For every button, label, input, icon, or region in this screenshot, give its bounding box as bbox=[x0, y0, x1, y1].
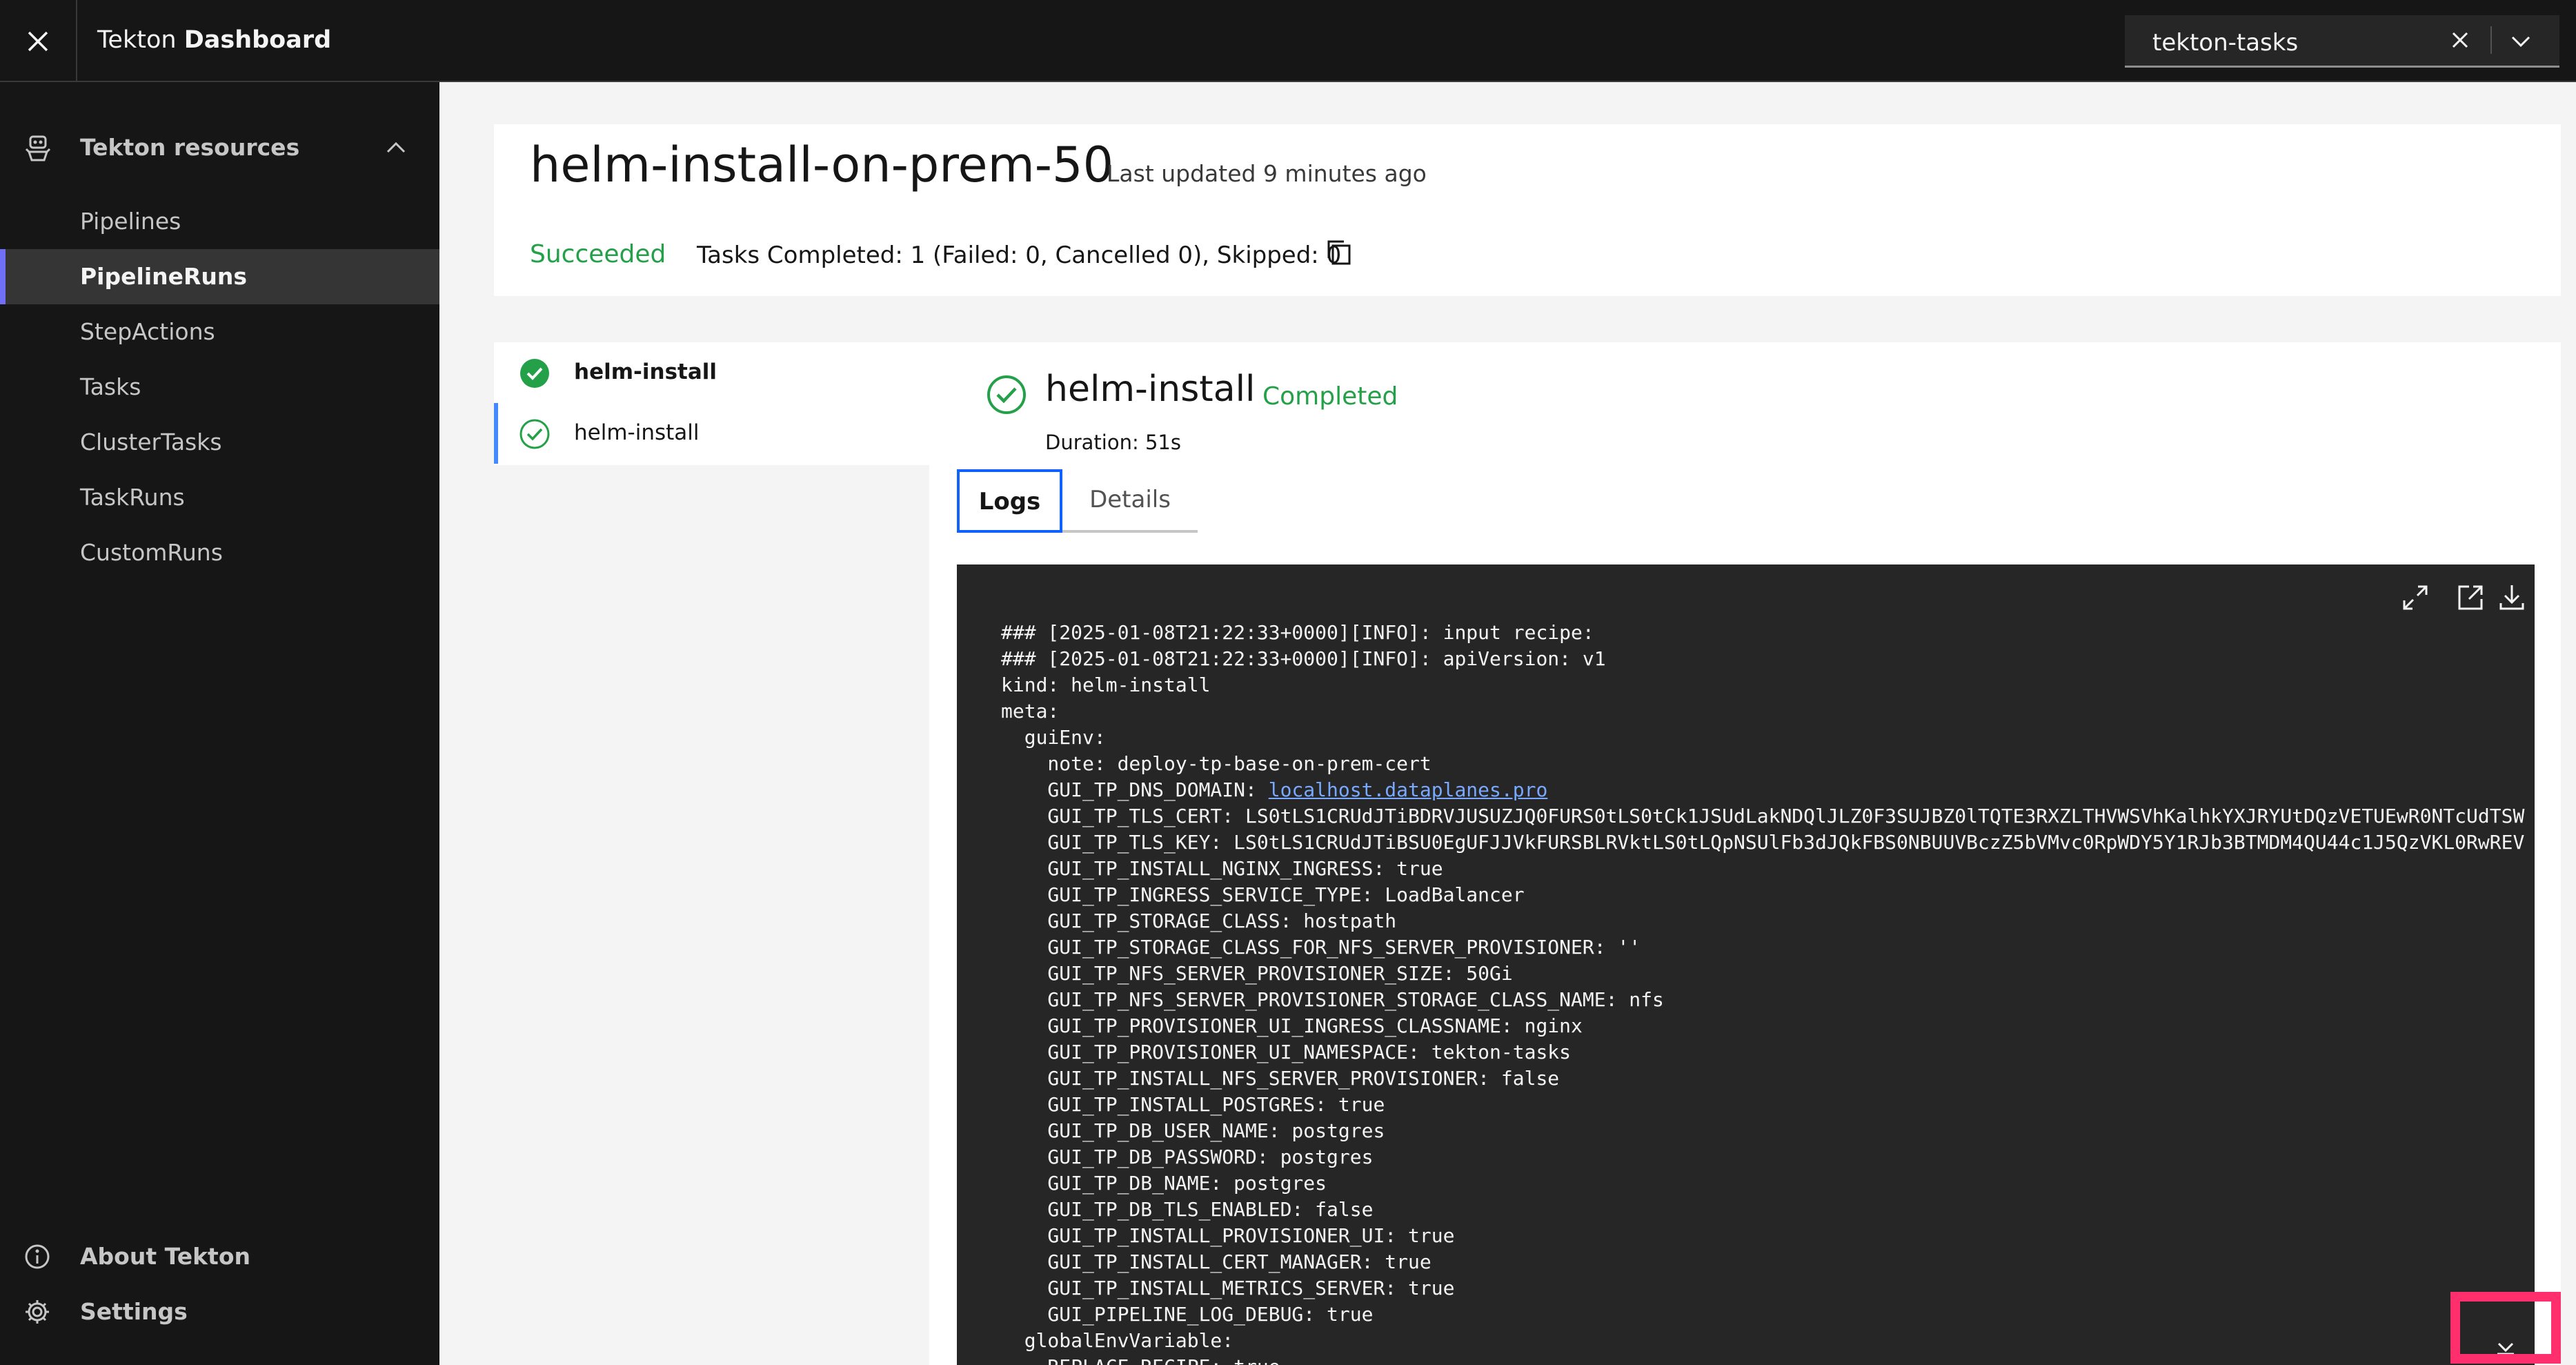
task-label: helm-install bbox=[574, 360, 717, 384]
log-line: GUI_TP_NFS_SERVER_PROVISIONER_STORAGE_CL… bbox=[1001, 988, 1664, 1011]
log-line: GUI_TP_STORAGE_CLASS_FOR_NFS_SERVER_PROV… bbox=[1001, 936, 1641, 959]
step-item-helm-install[interactable]: helm-install bbox=[494, 403, 929, 464]
tab-details[interactable]: Details bbox=[1062, 469, 1198, 533]
sidebar-item-stepactions[interactable]: StepActions bbox=[0, 304, 439, 360]
log-line-dns: GUI_TP_DNS_DOMAIN: localhost.dataplanes.… bbox=[957, 777, 2535, 803]
log-content: ### [2025-01-08T21:22:33+0000][INFO]: in… bbox=[957, 620, 2535, 1365]
log-line: globalEnvVariable: bbox=[1001, 1329, 1234, 1352]
log-line: GUI_TP_INSTALL_POSTGRES: true bbox=[1001, 1093, 1385, 1116]
side-nav: Tekton resources Pipelines PipelineRuns … bbox=[0, 82, 439, 1365]
log-line: GUI_TP_PROVISIONER_UI_NAMESPACE: tekton-… bbox=[1001, 1041, 1572, 1063]
step-label: helm-install bbox=[574, 420, 700, 445]
tab-logs[interactable]: Logs bbox=[957, 469, 1062, 533]
dropdown-divider bbox=[2490, 26, 2492, 54]
log-line: note: deploy-tp-base-on-prem-cert bbox=[1001, 752, 1431, 775]
log-line: GUI_TP_TLS_CERT: LS0tLS1CRUdJTiBDRVJUSUZ… bbox=[1001, 805, 2525, 827]
maximize-icon[interactable] bbox=[2395, 577, 2436, 618]
log-line: GUI_TP_INSTALL_METRICS_SERVER: true bbox=[1001, 1277, 1455, 1299]
gear-icon bbox=[26, 1300, 49, 1324]
tekton-resources-menu[interactable]: Tekton resources bbox=[0, 120, 439, 175]
log-viewer[interactable]: ### [2025-01-08T21:22:33+0000][INFO]: in… bbox=[957, 564, 2535, 1365]
sidebar-item-settings[interactable]: Settings bbox=[0, 1284, 439, 1339]
sidebar-item-clustertasks[interactable]: ClusterTasks bbox=[0, 415, 439, 470]
app-title-bold: Dashboard bbox=[184, 26, 332, 54]
tekton-resources-label: Tekton resources bbox=[80, 134, 300, 161]
download-icon[interactable] bbox=[2491, 577, 2533, 618]
namespace-value[interactable]: tekton-tasks bbox=[2152, 29, 2298, 57]
top-header: Tekton Dashboard tekton-tasks bbox=[0, 0, 2576, 82]
step-status-text: Completed bbox=[1262, 382, 1398, 411]
highlight-annotation bbox=[2450, 1292, 2561, 1364]
chevron-up-icon bbox=[386, 141, 406, 153]
task-item-helm-install[interactable]: helm-install bbox=[494, 342, 929, 403]
sidebar-item-pipelineruns[interactable]: PipelineRuns bbox=[0, 249, 439, 304]
log-line: GUI_TP_DB_NAME: postgres bbox=[1001, 1172, 1327, 1195]
run-status-text: Succeeded bbox=[530, 240, 666, 268]
tasks-summary-text: Tasks Completed: 1 (Failed: 0, Cancelled… bbox=[697, 242, 1342, 269]
log-line: GUI_TP_NFS_SERVER_PROVISIONER_SIZE: 50Gi bbox=[1001, 962, 1513, 985]
log-line: GUI_TP_PROVISIONER_UI_INGRESS_CLASSNAME:… bbox=[1001, 1014, 1583, 1037]
log-line: GUI_TP_STORAGE_CLASS: hostpath bbox=[1001, 910, 1397, 932]
copy-icon[interactable] bbox=[1325, 237, 1355, 268]
checkmark-filled-icon bbox=[520, 359, 549, 388]
clear-namespace-button[interactable] bbox=[2450, 23, 2470, 56]
log-line: GUI_TP_INSTALL_NGINX_INGRESS: true bbox=[1001, 857, 1443, 880]
tekton-robot-icon bbox=[25, 135, 51, 161]
log-line: meta: bbox=[1001, 700, 1060, 723]
close-menu-button[interactable] bbox=[0, 0, 77, 82]
log-line: GUI_TP_INSTALL_CERT_MANAGER: true bbox=[1001, 1250, 1431, 1273]
last-updated-text: Last updated 9 minutes ago bbox=[1107, 160, 1427, 187]
sidebar-item-pipelines[interactable]: Pipelines bbox=[0, 194, 439, 249]
step-details-panel: helm-install Completed Duration: 51s Log… bbox=[929, 342, 2561, 1365]
sidebar-item-customruns[interactable]: CustomRuns bbox=[0, 525, 439, 580]
app-title[interactable]: Tekton Dashboard bbox=[97, 26, 331, 54]
namespace-dropdown[interactable]: tekton-tasks bbox=[2125, 15, 2559, 68]
step-title: helm-install bbox=[1045, 369, 1256, 410]
step-duration-text: Duration: 51s bbox=[1045, 431, 1181, 454]
checkmark-outline-icon bbox=[519, 419, 550, 449]
task-tree: helm-install helm-install bbox=[494, 342, 929, 465]
checkmark-outline-icon bbox=[987, 375, 1026, 414]
sidebar-item-taskruns[interactable]: TaskRuns bbox=[0, 470, 439, 525]
dns-domain-link[interactable]: localhost.dataplanes.pro bbox=[1269, 778, 1548, 801]
log-line: kind: helm-install bbox=[1001, 674, 1211, 696]
log-line: GUI_TP_DB_TLS_ENABLED: false bbox=[1001, 1198, 1374, 1221]
log-line: GUI_TP_TLS_KEY: LS0tLS1CRUdJTiBSU0EgUFJJ… bbox=[1001, 831, 2525, 854]
log-line-text: GUI_TP_DNS_DOMAIN: bbox=[1001, 778, 1269, 801]
launch-icon[interactable] bbox=[2450, 577, 2491, 618]
pipelinerun-header: helm-install-on-prem-50 Last updated 9 m… bbox=[494, 124, 2561, 296]
page-title: helm-install-on-prem-50 bbox=[530, 137, 1114, 193]
log-line: ### [2025-01-08T21:22:33+0000][INFO]: ap… bbox=[1001, 647, 1606, 670]
log-line: guiEnv: bbox=[1001, 726, 1106, 749]
settings-label: Settings bbox=[80, 1298, 188, 1325]
log-line: GUI_TP_INGRESS_SERVICE_TYPE: LoadBalance… bbox=[1001, 883, 1525, 906]
log-line: GUI_TP_DB_PASSWORD: postgres bbox=[1001, 1146, 1374, 1168]
sidebar-item-tasks[interactable]: Tasks bbox=[0, 360, 439, 415]
close-icon bbox=[2452, 32, 2468, 48]
log-line: GUI_PIPELINE_LOG_DEBUG: true bbox=[1001, 1303, 1374, 1326]
chevron-down-icon[interactable] bbox=[2507, 28, 2535, 55]
log-line: GUI_TP_DB_USER_NAME: postgres bbox=[1001, 1119, 1385, 1142]
log-line: GUI_TP_INSTALL_PROVISIONER_UI: true bbox=[1001, 1224, 1455, 1247]
sidebar-item-about[interactable]: About Tekton bbox=[0, 1229, 439, 1284]
info-icon bbox=[25, 1244, 50, 1269]
app-title-prefix: Tekton bbox=[97, 26, 177, 54]
close-icon bbox=[28, 31, 48, 51]
log-line: GUI_TP_INSTALL_NFS_SERVER_PROVISIONER: f… bbox=[1001, 1067, 1560, 1090]
log-line: REPLACE_RECIPE: true bbox=[957, 1354, 2535, 1365]
about-label: About Tekton bbox=[80, 1243, 250, 1270]
log-line: ### [2025-01-08T21:22:33+0000][INFO]: in… bbox=[1001, 621, 1594, 644]
